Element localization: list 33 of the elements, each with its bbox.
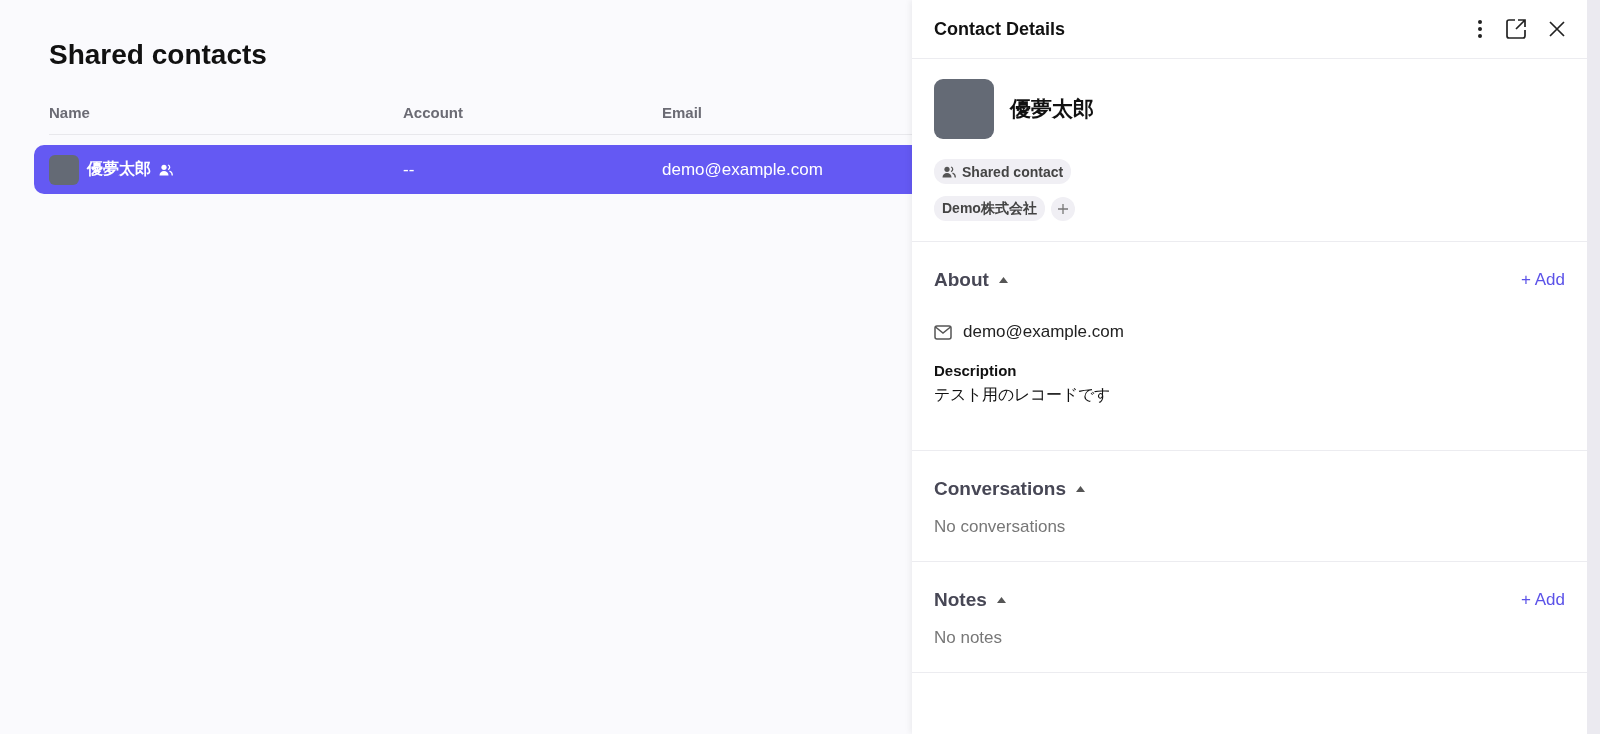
shared-contact-icon: [942, 165, 956, 178]
add-tag-icon[interactable]: [1050, 196, 1075, 221]
add-link[interactable]: + Add: [1521, 590, 1565, 610]
column-header[interactable]: Name: [49, 103, 90, 121]
section-title[interactable]: Notes: [934, 589, 987, 611]
avatar-placeholder: [49, 154, 79, 185]
panel-title: Contact Details: [934, 18, 1067, 40]
company-tag: Demo株式会社: [934, 196, 1045, 221]
description-text: テスト用のレコードです: [934, 385, 1111, 405]
page-title: Shared contacts: [48, 38, 268, 72]
contact-name: 優夢太郎: [87, 159, 151, 179]
external-link-icon[interactable]: [1505, 18, 1527, 40]
empty-state-text: No notes: [934, 628, 1004, 648]
section-title[interactable]: About: [934, 269, 989, 291]
caret-icon[interactable]: [998, 277, 1008, 283]
shared-contact-tag: Shared contact: [934, 159, 1072, 184]
email-cell: demo@example.com: [662, 159, 823, 180]
more-options-icon[interactable]: [1477, 19, 1483, 39]
caret-icon[interactable]: [996, 597, 1006, 603]
caret-icon[interactable]: [1076, 486, 1085, 492]
empty-state-text: No conversations: [934, 517, 1067, 537]
contact-email: demo@example.com: [963, 322, 1124, 342]
column-header[interactable]: Account: [403, 103, 463, 121]
envelope-icon: [934, 324, 952, 340]
account-cell: --: [403, 159, 415, 180]
close-icon[interactable]: [1549, 21, 1565, 37]
add-link[interactable]: + Add: [1521, 270, 1565, 290]
contact-row[interactable]: 優夢太郎 -- demo@example.com: [34, 145, 912, 194]
section-title[interactable]: Conversations: [934, 478, 1066, 500]
avatar-placeholder: [934, 79, 994, 139]
contact-name: 優夢太郎: [1010, 96, 1094, 122]
column-header[interactable]: Email: [662, 103, 703, 121]
description-label: Description: [934, 362, 1018, 379]
